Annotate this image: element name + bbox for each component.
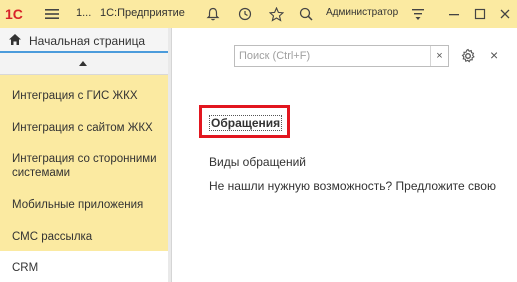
link-appeal-types[interactable]: Виды обращений [209, 155, 306, 169]
home-icon [8, 33, 22, 49]
tab-home-label: Начальная страница [29, 34, 146, 48]
search-icon[interactable] [298, 6, 314, 22]
close-panel-button[interactable]: × [490, 48, 502, 62]
1c-logo-icon[interactable]: 1С [4, 4, 30, 24]
sidebar-item-third-party[interactable]: Интеграция со сторонними системами [0, 152, 160, 180]
chevron-up-icon [79, 61, 87, 66]
minimize-icon[interactable] [446, 6, 462, 22]
user-name[interactable]: Администратор [326, 7, 398, 18]
bell-icon[interactable] [205, 6, 221, 22]
search-input[interactable]: Поиск (Ctrl+F) × [234, 45, 449, 67]
group-title-appeals[interactable]: Обращения [209, 115, 283, 131]
title-bar: 1С 1... 1С:Предприятие Администратор [0, 0, 517, 28]
link-suggest-feature[interactable]: Не нашли нужную возможность? Предложите … [209, 179, 496, 193]
history-icon[interactable] [237, 6, 253, 22]
svg-text:1С: 1С [5, 6, 23, 22]
scroll-up-button[interactable] [0, 53, 168, 75]
settings-funnel-icon[interactable] [410, 6, 426, 22]
sidebar-item-gis-zhkh[interactable]: Интеграция с ГИС ЖКХ [0, 89, 168, 103]
sidebar-item-mobile-apps[interactable]: Мобильные приложения [0, 198, 168, 212]
menu-icon[interactable] [44, 6, 60, 22]
sidebar-item-site-zhkh[interactable]: Интеграция с сайтом ЖКХ [0, 121, 168, 135]
search-placeholder: Поиск (Ctrl+F) [239, 50, 311, 62]
sections-sidebar: Интеграция с ГИС ЖКХ Интеграция с сайтом… [0, 53, 168, 282]
star-icon[interactable] [268, 6, 284, 22]
window-number: 1... [76, 7, 92, 19]
sidebar-item-sms[interactable]: СМС рассылка [0, 230, 168, 244]
clear-search-button[interactable]: × [430, 46, 448, 66]
maximize-icon[interactable] [472, 6, 488, 22]
gear-icon[interactable] [460, 48, 476, 64]
highlighted-group: Обращения [199, 105, 290, 138]
close-icon[interactable] [497, 6, 513, 22]
sidebar-item-crm[interactable]: CRM [0, 251, 168, 282]
tab-home[interactable]: Начальная страница [0, 28, 168, 53]
app-title: 1С:Предприятие [100, 7, 185, 19]
